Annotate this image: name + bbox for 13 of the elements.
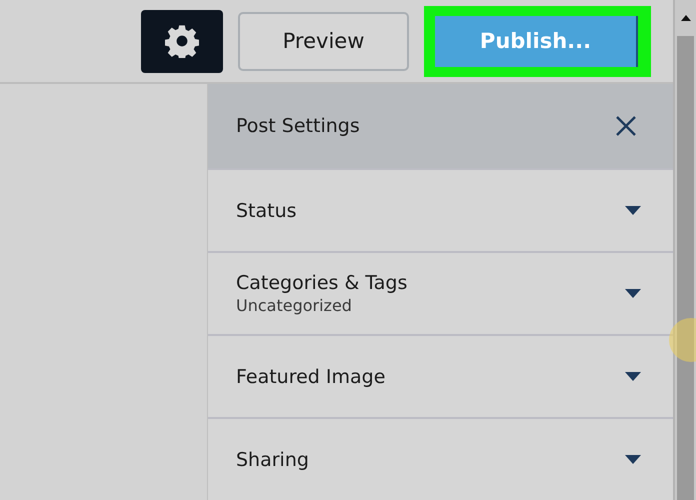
panel-title: Status <box>236 200 297 222</box>
scrollbar[interactable] <box>673 0 696 500</box>
close-icon[interactable] <box>615 115 637 137</box>
settings-button[interactable] <box>141 10 223 72</box>
scrollbar-thumb[interactable] <box>677 36 694 500</box>
preview-button[interactable]: Preview <box>238 12 409 70</box>
panel-title: Featured Image <box>236 366 386 388</box>
panel-title: Sharing <box>236 448 309 470</box>
panel-title: Categories & Tags <box>236 272 408 294</box>
gear-icon <box>165 24 199 58</box>
panel-subtitle: Uncategorized <box>236 296 353 315</box>
scroll-up-icon[interactable] <box>680 15 690 21</box>
sidebar-title: Post Settings <box>236 115 360 137</box>
